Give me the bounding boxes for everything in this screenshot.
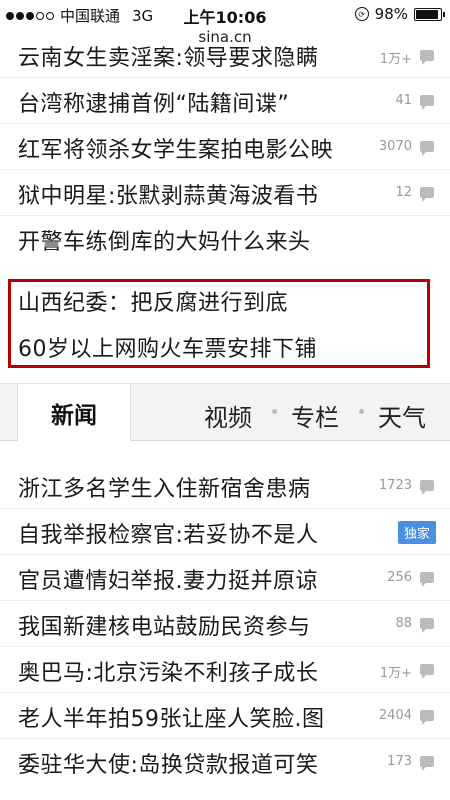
tab-weather[interactable]: 天气 [378,398,426,433]
battery-percent: 98% [374,5,408,23]
comment-count: 41 [395,93,412,108]
comment-count: 2404 [378,708,412,723]
comment-count: 88 [395,616,412,631]
comment-count: 12 [395,185,412,200]
list-item[interactable]: 浙江多名学生入住新宿舍患病 1723 [0,463,450,509]
list-item[interactable]: 委驻华大使:岛换贷款报道可笑 173 [0,739,450,785]
top-news-list: 云南女生卖淫案:领导要求隐瞒 1万+ 台湾称逮捕首例“陆籍间谍” 41 红军将领… [0,46,450,262]
news-title[interactable]: 浙江多名学生入住新宿舍患病 [18,471,311,503]
news-title[interactable]: 云南女生卖淫案:领导要求隐瞒 [18,40,318,72]
list-item[interactable]: 云南女生卖淫案:领导要求隐瞒 1万+ [0,46,450,78]
news-title[interactable]: 奥巴马:北京污染不利孩子成长 [18,655,318,687]
news-title[interactable]: 红军将领杀女学生案拍电影公映 [18,132,333,164]
comment-count: 3070 [378,139,412,154]
comment-icon [420,618,434,633]
highlight-headline-1[interactable]: 山西纪委：把反腐进行到底 [18,285,288,317]
tab-columns[interactable]: 专栏 [291,398,339,433]
news-title[interactable]: 官员遭情妇举报.妻力挺并原谅 [18,563,318,595]
status-bar: 中国联通 3G 上午10:06 ⟳ 98% [0,0,450,28]
list-item[interactable]: 官员遭情妇举报.妻力挺并原谅 256 [0,555,450,601]
comment-count: 173 [387,754,412,769]
list-item[interactable]: 老人半年拍59张让座人笑脸.图 2404 [0,693,450,739]
tab-separator [272,409,277,414]
list-item[interactable]: 自我举报检察官:若妥协不是人 独家 [0,509,450,555]
list-item[interactable]: 我国新建核电站鼓励民资参与 88 [0,601,450,647]
tab-news[interactable]: 新闻 [17,384,131,442]
comment-count: 1万+ [379,666,412,681]
comment-icon [420,664,434,679]
tab-separator [359,409,364,414]
comment-count: 1723 [378,478,412,493]
highlight-headline-2[interactable]: 60岁以上网购火车票安排下铺 [18,331,317,363]
exclusive-badge: 独家 [397,521,436,544]
comment-icon [420,50,434,65]
comment-icon [420,480,434,495]
comment-icon [420,95,434,110]
category-tabs: 新闻 视频 专栏 天气 [0,383,450,442]
news-title[interactable]: 开警车练倒库的大妈什么来头 [18,224,311,256]
list-item[interactable]: 台湾称逮捕首例“陆籍间谍” 41 [0,78,450,124]
list-item[interactable]: 红军将领杀女学生案拍电影公映 3070 [0,124,450,170]
list-item[interactable]: 狱中明星:张默剥蒜黄海波看书 12 [0,170,450,216]
news-title[interactable]: 自我举报检察官:若妥协不是人 [18,517,318,549]
tab-video[interactable]: 视频 [204,398,252,433]
battery-icon [414,7,445,21]
news-title[interactable]: 老人半年拍59张让座人笑脸.图 [18,701,325,733]
list-item[interactable]: 开警车练倒库的大妈什么来头 [0,216,450,262]
news-title[interactable]: 委驻华大使:岛换贷款报道可笑 [18,747,318,779]
comment-icon [420,572,434,587]
comment-icon [420,710,434,725]
comment-icon [420,187,434,202]
comment-count: 256 [387,570,412,585]
news-title[interactable]: 我国新建核电站鼓励民资参与 [18,609,311,641]
news-list: 浙江多名学生入住新宿舍患病 1723 自我举报检察官:若妥协不是人 独家 官员遭… [0,463,450,785]
news-title[interactable]: 狱中明星:张默剥蒜黄海波看书 [18,178,318,210]
list-item[interactable]: 奥巴马:北京污染不利孩子成长 1万+ [0,647,450,693]
rotation-lock-icon: ⟳ [354,7,369,21]
status-right: ⟳ 98% [354,5,445,23]
comment-icon [420,756,434,771]
comment-icon [420,141,434,156]
news-title[interactable]: 台湾称逮捕首例“陆籍间谍” [18,86,289,118]
comment-count: 1万+ [379,52,412,67]
